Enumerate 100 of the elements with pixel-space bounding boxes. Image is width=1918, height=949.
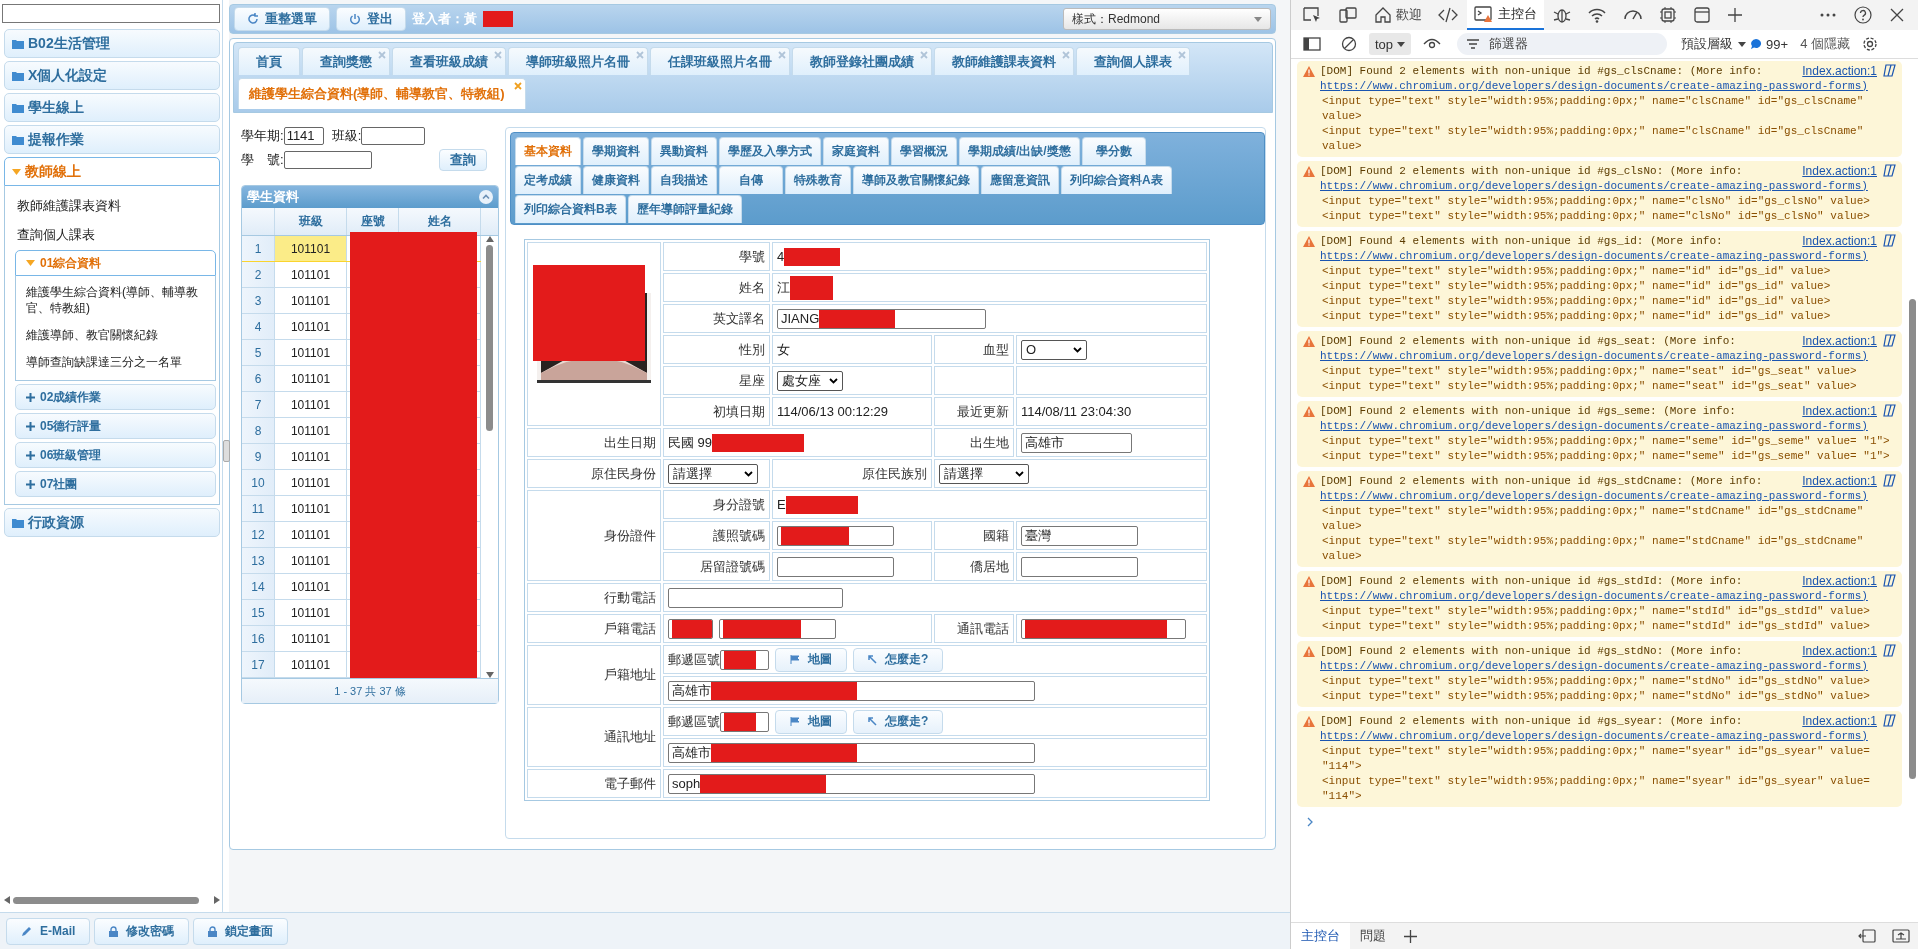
table-cell[interactable]: 101101: [275, 236, 347, 261]
eye-icon[interactable]: [1423, 38, 1442, 50]
select-field[interactable]: 請選擇: [668, 463, 758, 484]
prompt-icon[interactable]: [1307, 817, 1313, 827]
source-link[interactable]: Index.action:1: [1802, 404, 1877, 419]
footer-button[interactable]: E-Mail: [6, 917, 91, 945]
input-field[interactable]: [719, 618, 836, 639]
accordion-header[interactable]: 提報作業: [4, 125, 220, 154]
tab[interactable]: 首頁: [238, 47, 300, 75]
clear-icon[interactable]: [1341, 36, 1357, 52]
copilot-icon[interactable]: [1883, 714, 1896, 727]
input-field[interactable]: [720, 649, 769, 670]
tab[interactable]: 任課班級照片名冊: [650, 47, 790, 75]
input-field[interactable]: [668, 587, 843, 608]
tab[interactable]: 家庭資料: [823, 137, 889, 165]
input-field[interactable]: [283, 151, 372, 169]
url-link[interactable]: https://www.chromium.org/developers/design-documents/create-amazing-password-forms): [1320, 589, 1896, 604]
devtools-tab[interactable]: 歡迎: [1367, 0, 1429, 30]
footer-button[interactable]: 修改密碼: [94, 917, 190, 945]
drawer-tab[interactable]: 主控台: [1291, 923, 1350, 949]
input-field[interactable]: soph: [668, 773, 1035, 794]
submenu-header[interactable]: 02成績作業: [15, 384, 216, 410]
url-link[interactable]: https://www.chromium.org/developers/design-documents/create-amazing-password-forms): [1320, 79, 1896, 94]
scroll-right-icon[interactable]: [214, 896, 220, 904]
context-dropdown[interactable]: top: [1369, 33, 1412, 55]
code-line[interactable]: <input type="text" style="width:95%;padding:0px;" name="clsCname" id="gs_clsCname" value>: [1320, 124, 1896, 154]
close-icon[interactable]: [1890, 8, 1904, 22]
code-line[interactable]: <input type="text" style="width:95%;padding:0px;" name="syear" id="gs_syear" value= "114">: [1320, 744, 1896, 774]
code-line[interactable]: <input type="text" style="width:95%;padding:0px;" name="stdId" id="gs_stdId" value>: [1320, 619, 1896, 634]
copilot-icon[interactable]: [1883, 234, 1896, 247]
select-field[interactable]: O: [1021, 339, 1087, 360]
submenu-header[interactable]: 05德行評量: [15, 413, 216, 439]
url-link[interactable]: https://www.chromium.org/developers/design-documents/create-amazing-password-forms): [1320, 349, 1896, 364]
tab[interactable]: 導師班級照片名冊: [508, 47, 648, 75]
input-field[interactable]: JIANG: [777, 308, 986, 329]
code-line[interactable]: <input type="text" style="width:95%;padding:0px;" name="clsCname" id="gs_clsCname" value>: [1320, 94, 1896, 124]
menu-item[interactable]: 導師查詢缺課達三分之一名單: [26, 349, 209, 376]
theme-dropdown[interactable]: 樣式：Redmond: [1063, 8, 1271, 30]
input-field[interactable]: [361, 127, 426, 145]
code-line[interactable]: <input type="text" style="width:95%;padding:0px;" name="seme" id="gs_seme" value= "1">: [1320, 434, 1896, 449]
submenu-header[interactable]: 07社團: [15, 471, 216, 497]
select-field[interactable]: 處女座: [777, 370, 843, 391]
collapse-icon[interactable]: [479, 190, 493, 204]
url-link[interactable]: https://www.chromium.org/developers/design-documents/create-amazing-password-forms): [1320, 419, 1896, 434]
code-line[interactable]: <input type="text" style="width:95%;padding:0px;" name="id" id="gs_id" value>: [1320, 309, 1896, 324]
tab[interactable]: 健康資料: [583, 166, 649, 194]
code-line[interactable]: <input type="text" style="width:95%;padding:0px;" name="seme" id="gs_seme" value= "1">: [1320, 449, 1896, 464]
tab[interactable]: 異動資料: [651, 137, 717, 165]
code-line[interactable]: <input type="text" style="width:95%;padding:0px;" name="clsNo" id="gs_clsNo" value>: [1320, 209, 1896, 224]
accordion-header[interactable]: B02生活管理: [4, 29, 220, 58]
tab[interactable]: 列印綜合資料A表: [1061, 166, 1172, 194]
scroll-thumb[interactable]: [1908, 299, 1916, 779]
tab[interactable]: 查看班級成績: [392, 47, 506, 75]
copilot-icon[interactable]: [1883, 404, 1896, 417]
devtools-tab[interactable]: 主控台: [1467, 0, 1544, 30]
help-icon[interactable]: [1854, 6, 1872, 24]
copilot-icon[interactable]: [1883, 64, 1896, 77]
input-field[interactable]: [1021, 556, 1138, 577]
tab[interactable]: 應留意資訊: [981, 166, 1059, 194]
tab[interactable]: 導師及教官關懷紀錄: [853, 166, 979, 194]
dock-icon[interactable]: [1858, 929, 1876, 943]
tab[interactable]: 學歷及入學方式: [719, 137, 821, 165]
filter-field[interactable]: 篩選器: [1457, 33, 1668, 55]
copilot-icon[interactable]: [1883, 574, 1896, 587]
menu-item[interactable]: 查詢個人課表: [15, 221, 219, 250]
source-link[interactable]: Index.action:1: [1802, 474, 1877, 489]
source-link[interactable]: Index.action:1: [1802, 714, 1877, 729]
column-header[interactable]: 班級: [275, 208, 347, 235]
scrollbar[interactable]: [4, 894, 220, 906]
code-line[interactable]: <input type="text" style="width:95%;padding:0px;" name="stdCname" id="gs_stdCname" value>: [1320, 504, 1896, 534]
input-field[interactable]: 1141: [283, 127, 324, 145]
tab[interactable]: 特殊教育: [785, 166, 851, 194]
tab[interactable]: 基本資料: [515, 137, 581, 165]
code-line[interactable]: <input type="text" style="width:95%;padding:0px;" name="stdId" id="gs_stdId" value>: [1320, 604, 1896, 619]
level-dropdown[interactable]: 預設層級: [1681, 35, 1747, 53]
url-link[interactable]: https://www.chromium.org/developers/design-documents/create-amazing-password-forms): [1320, 489, 1896, 504]
menu-item[interactable]: 維護學生綜合資料(導師、輔導教官、特教組): [26, 279, 209, 322]
tab[interactable]: 學習概況: [891, 137, 957, 165]
tab[interactable]: 自我描述: [651, 166, 717, 194]
map-button[interactable]: 地圖: [775, 647, 847, 672]
input-field[interactable]: 臺灣: [1021, 525, 1138, 546]
code-line[interactable]: <input type="text" style="width:95%;padding:0px;" name="id" id="gs_id" value>: [1320, 279, 1896, 294]
select-field[interactable]: 請選擇: [939, 463, 1029, 484]
map-button[interactable]: 地圖: [775, 709, 847, 734]
tab[interactable]: 列印綜合資料B表: [515, 195, 626, 223]
input-field[interactable]: 高雄市: [668, 680, 1035, 701]
copilot-icon[interactable]: [1883, 164, 1896, 177]
url-link[interactable]: https://www.chromium.org/developers/design-documents/create-amazing-password-forms): [1320, 179, 1896, 194]
code-line[interactable]: <input type="text" style="width:95%;padding:0px;" name="seat" id="gs_seat" value>: [1320, 364, 1896, 379]
message-count[interactable]: 99+: [1766, 36, 1789, 52]
footer-button[interactable]: 鎖定畫面: [193, 917, 289, 945]
sidebar-toggle-icon[interactable]: [1303, 36, 1321, 52]
tab[interactable]: 查詢個人課表: [1076, 47, 1190, 75]
url-link[interactable]: https://www.chromium.org/developers/design-documents/create-amazing-password-forms): [1320, 729, 1896, 744]
input-field[interactable]: [777, 556, 894, 577]
drawer-tab[interactable]: 問題: [1350, 923, 1396, 949]
code-line[interactable]: <input type="text" style="width:95%;padding:0px;" name="clsNo" id="gs_clsNo" value>: [1320, 194, 1896, 209]
input-field[interactable]: 高雄市: [668, 742, 1035, 763]
input-field[interactable]: [1021, 618, 1186, 639]
source-link[interactable]: Index.action:1: [1802, 164, 1877, 179]
